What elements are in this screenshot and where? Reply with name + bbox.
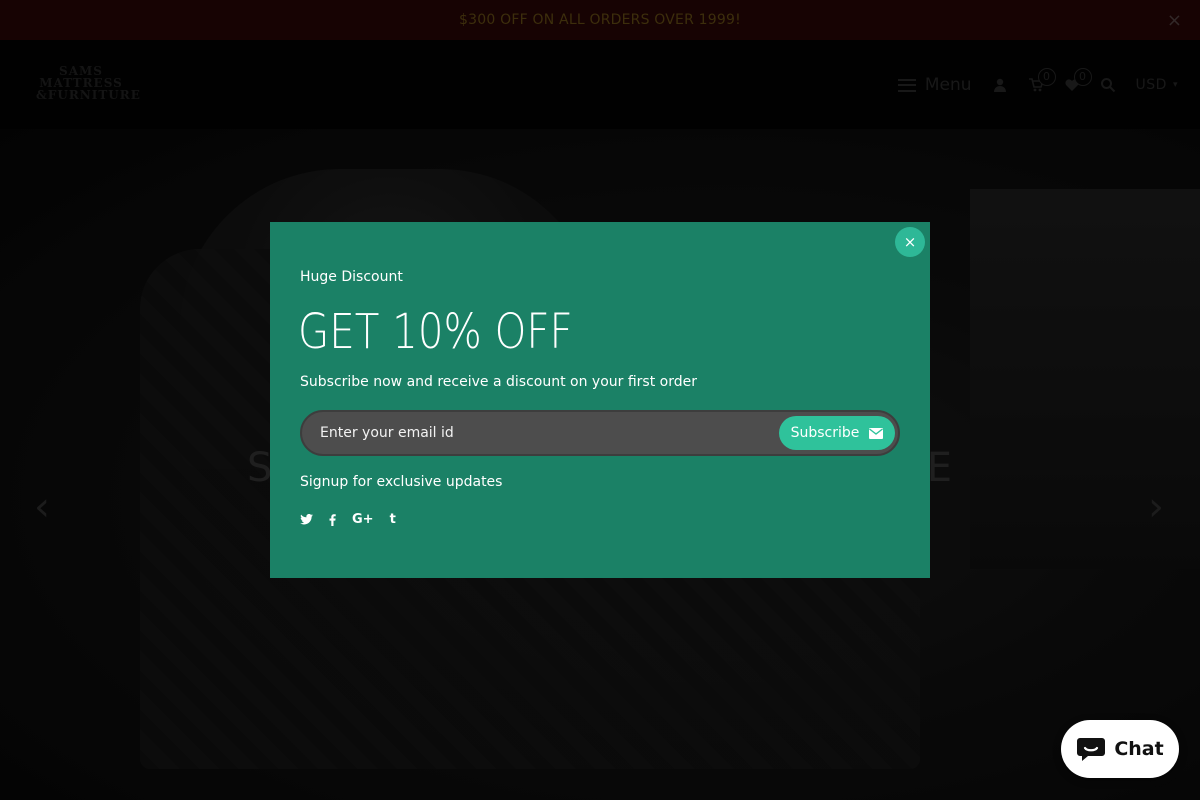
signup-text: Signup for exclusive updates — [300, 474, 503, 490]
subscribe-label: Subscribe — [790, 425, 860, 441]
google-plus-icon[interactable]: G+ — [352, 512, 374, 527]
social-links: G+ t — [300, 512, 412, 527]
tumblr-icon[interactable]: t — [390, 512, 396, 527]
facebook-icon[interactable] — [329, 513, 336, 526]
popup-headline: GET 10% OFF — [298, 304, 573, 360]
popup-eyebrow: Huge Discount — [300, 269, 403, 285]
chat-label: Chat — [1114, 738, 1164, 760]
popup-subtext: Subscribe now and receive a discount on … — [300, 374, 697, 390]
subscribe-form: Subscribe — [300, 410, 900, 456]
email-field[interactable] — [320, 412, 760, 454]
subscribe-button[interactable]: Subscribe — [779, 416, 895, 450]
newsletter-popup: × Huge Discount GET 10% OFF Subscribe no… — [270, 222, 930, 578]
popup-close-icon[interactable]: × — [895, 227, 925, 257]
envelope-icon — [869, 427, 884, 439]
twitter-icon[interactable] — [300, 514, 313, 525]
chat-button[interactable]: Chat — [1061, 720, 1179, 778]
chat-bubble-icon — [1077, 738, 1106, 761]
